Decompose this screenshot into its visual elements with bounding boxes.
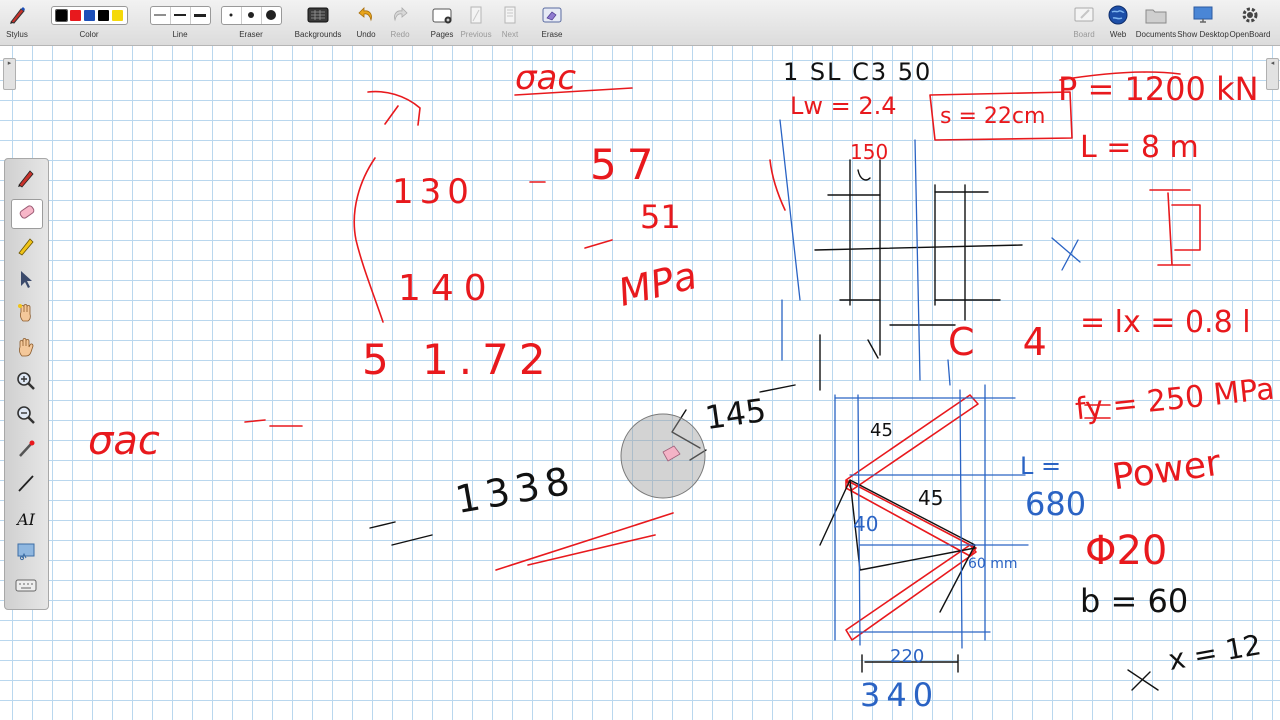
sigma-ac-top: σac: [515, 58, 577, 98]
handwriting-layer: σac 130 57 51 140 MPa 5 1.72 σac 145 133…: [0, 0, 1280, 720]
angle-45-top: 45: [870, 420, 893, 441]
tool-sidebar: AI: [4, 158, 49, 610]
sigma-ac-left: σac: [88, 418, 160, 464]
zoom-in-icon: [15, 370, 37, 397]
marker-icon: [15, 234, 37, 261]
hand-icon: [15, 336, 37, 363]
dimension-220-text: 220: [890, 646, 925, 667]
keyboard-tool[interactable]: [11, 573, 41, 601]
x-axis-label: X: [1052, 232, 1053, 233]
length-text: L = 8 m: [1080, 130, 1199, 165]
keyboard-icon: [15, 577, 37, 598]
mark-mpa: MPa: [613, 253, 702, 315]
eraser-tool[interactable]: [11, 199, 43, 229]
l-equals-text: L =: [1020, 452, 1062, 480]
lx-equation: = lx = 0.8 l: [1080, 305, 1251, 340]
power-text: Power: [1109, 442, 1224, 499]
pen-icon: [15, 166, 37, 193]
angle-40: 40: [853, 512, 879, 536]
zoom-out-icon: [15, 404, 37, 431]
laser-pointer-icon: [15, 438, 37, 465]
interact-icon: [15, 302, 37, 329]
text-tool[interactable]: AI: [11, 505, 41, 533]
mark-130: 130: [392, 172, 475, 212]
phi20-text: Φ20: [1085, 528, 1168, 574]
zoom-in-tool[interactable]: [11, 369, 41, 397]
interact-tool[interactable]: [11, 301, 41, 329]
text-icon: AI: [17, 509, 35, 529]
mark-680: 680: [1025, 485, 1087, 523]
mark-51: 51: [640, 198, 681, 236]
angle-45-mid: 45: [918, 486, 944, 510]
selector-tool[interactable]: [11, 267, 41, 295]
spec-line: 1 SL C3 50: [783, 58, 933, 86]
eraser-icon: [16, 201, 38, 228]
mark-150: 150: [850, 140, 889, 164]
spacing-text: s = 22cm: [940, 104, 1046, 129]
b-60-text: b = 60: [1080, 582, 1189, 620]
mark-172: 5 1.72: [362, 335, 556, 384]
x-12-text: x = 12: [1165, 628, 1264, 677]
fy-text: fy = 250 MPa: [1073, 371, 1277, 428]
capture-tool[interactable]: [11, 539, 41, 567]
mark-1338: 1338: [452, 457, 579, 523]
marker-tool[interactable]: [11, 233, 41, 261]
spec-line-2: Lw = 2.4: [790, 92, 897, 120]
mark-c4: C 4: [948, 320, 1065, 364]
line-tool[interactable]: [11, 471, 41, 499]
mark-145: 145: [702, 390, 769, 438]
hand-tool[interactable]: [11, 335, 41, 363]
zoom-out-tool[interactable]: [11, 403, 41, 431]
mark-60mm: 60 mm: [968, 556, 1018, 572]
selector-icon: [17, 269, 35, 294]
pen-tool[interactable]: [11, 165, 41, 193]
dimension-340-text: 340: [860, 676, 940, 714]
load-text: P = 1200 kN: [1058, 70, 1259, 108]
laser-pointer-tool[interactable]: [11, 437, 41, 465]
capture-icon: [15, 540, 37, 567]
mark-57: 57: [590, 140, 664, 189]
mark-140: 140: [398, 268, 497, 309]
line-icon: [15, 472, 37, 499]
